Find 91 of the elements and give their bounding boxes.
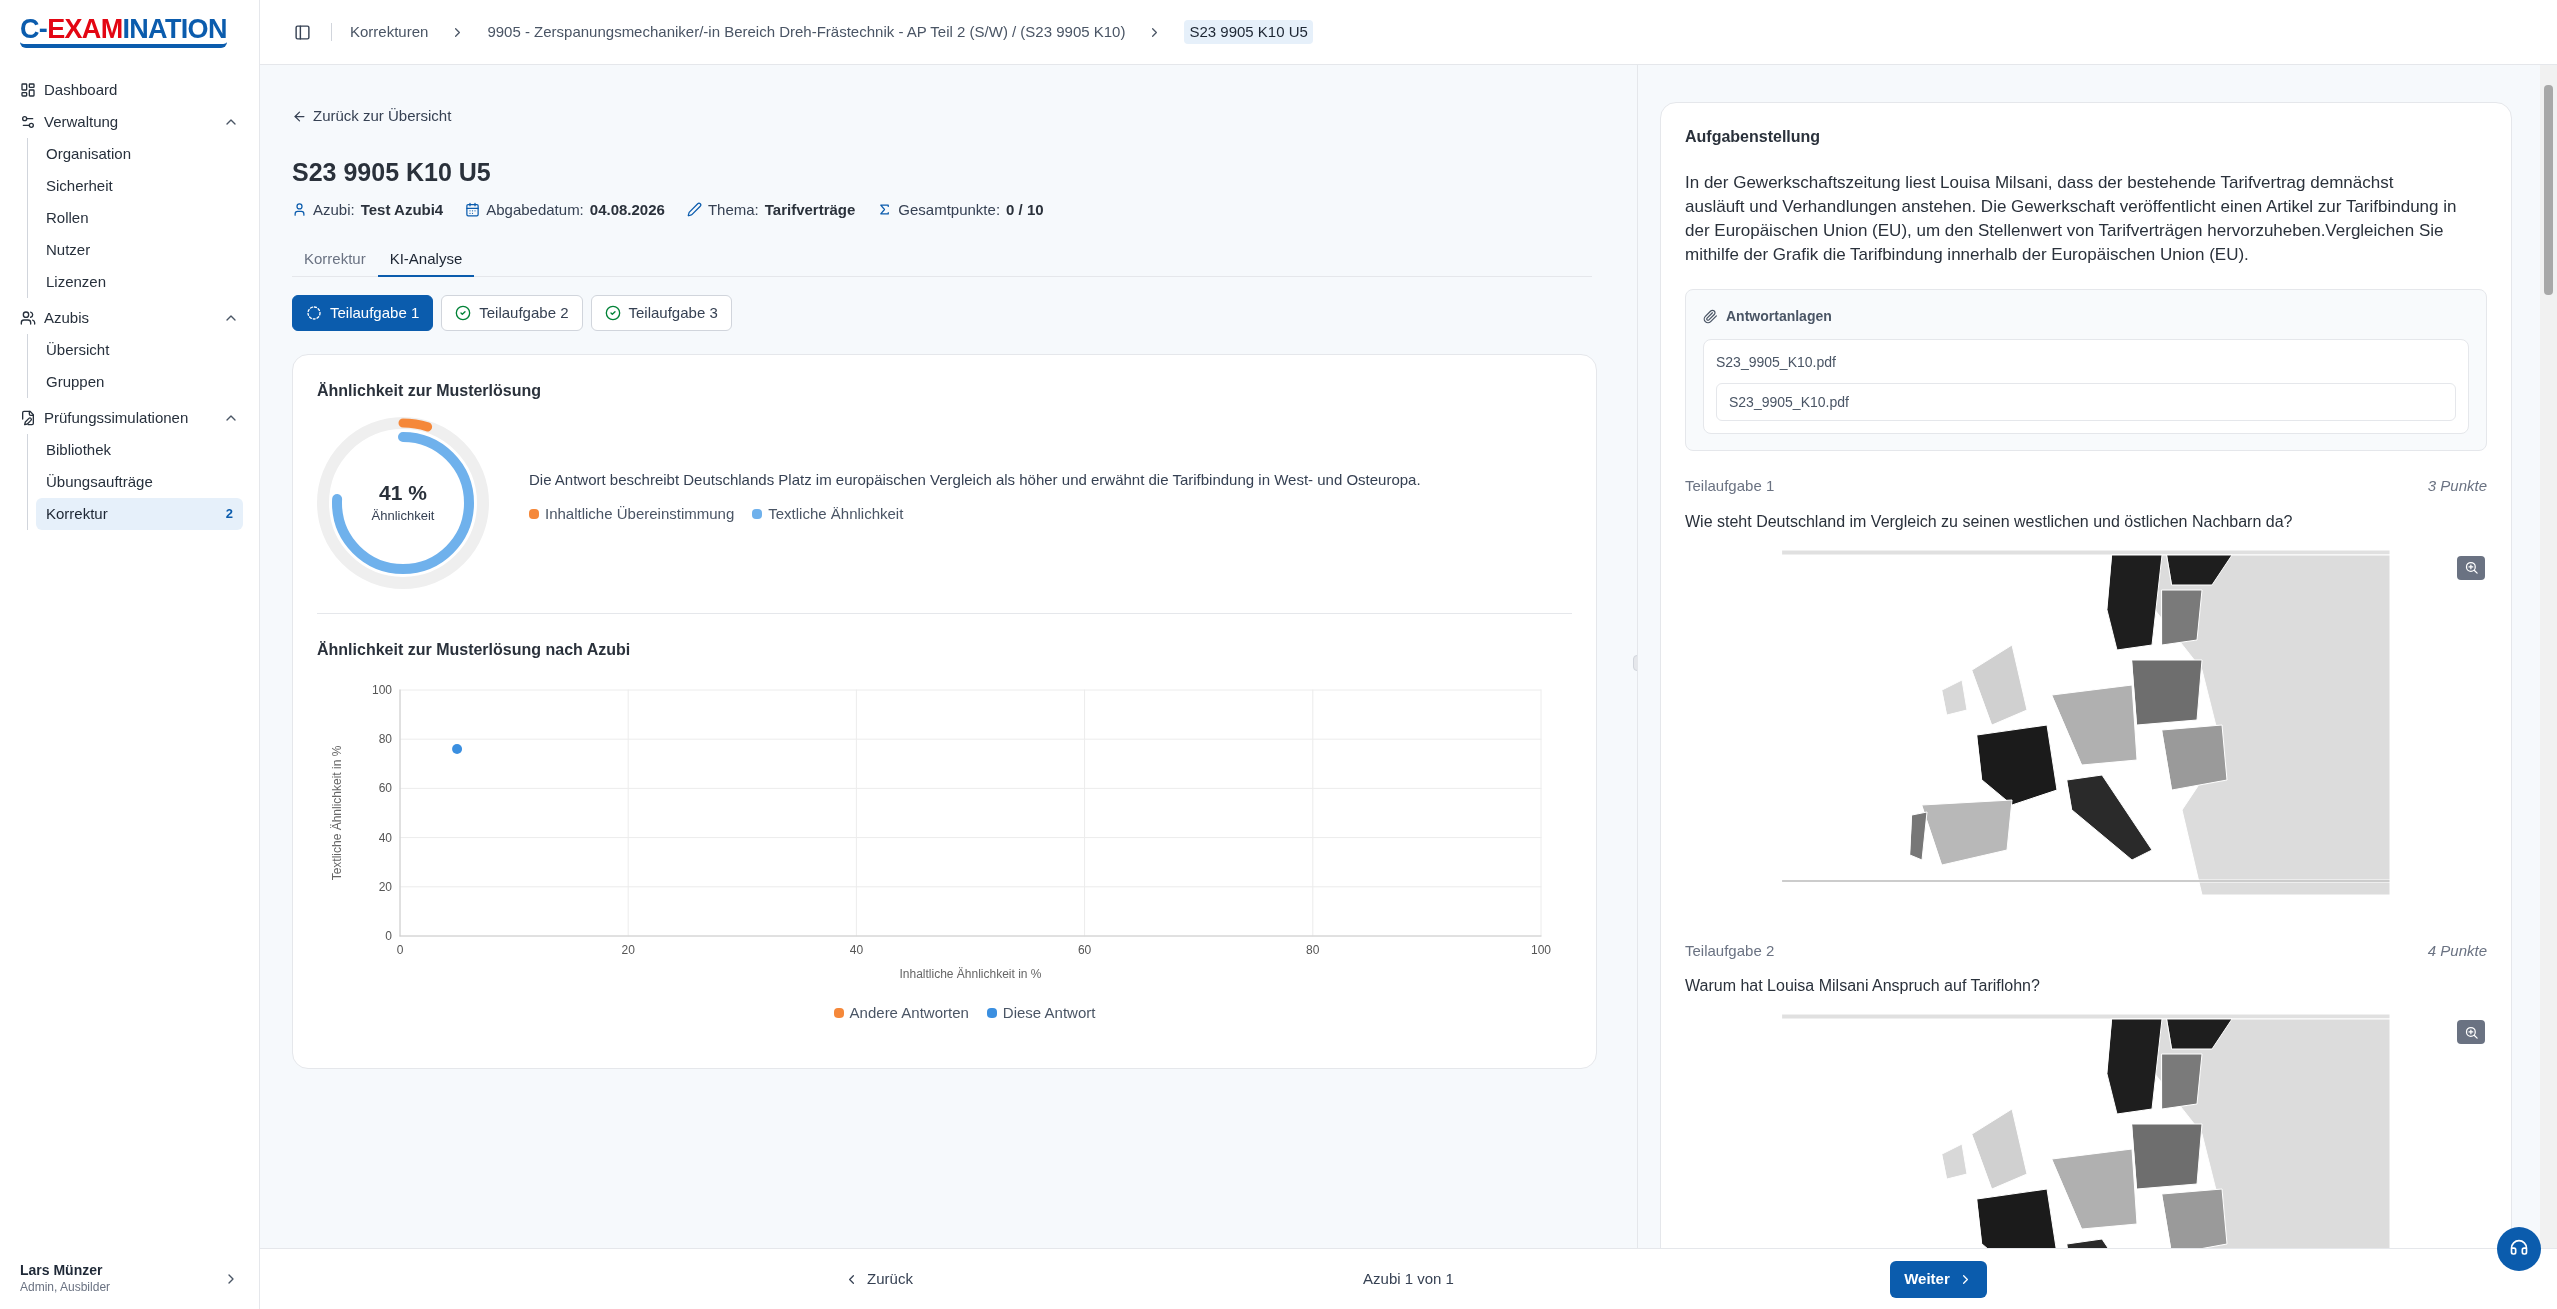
sidebar-icon: [20, 82, 36, 98]
task-text: In der Gewerkschaftszeitung liest Louisa Milsani, dass der bestehende Tarifvertrag demnächst ausläuft und Verhandlungen anstehen. Die Gewerkschaft veröffentlicht einen Artikel zur Tarifbindung in der Europäischen Union (EU), um den Stellenwert von Tarifverträgen hervorzuheben.Vergleichen Sie mithilfe der Grafik die Tarifbindung innerhalb der Europäischen Union (EU).: [1685, 172, 2458, 266]
sidebar-item[interactable]: Azubis: [16, 302, 243, 334]
meta-value: Tarifverträge: [764, 199, 856, 220]
page-title: S23 9905 K10 U5: [292, 159, 492, 185]
sidebar-subitem[interactable]: Gruppen: [36, 366, 243, 398]
sidebar-subitem[interactable]: Bibliothek: [36, 434, 243, 466]
sidebar-item[interactable]: Verwaltung: [16, 106, 243, 138]
meta-value: Test Azubi4: [360, 199, 444, 220]
tick-label: 20: [378, 879, 392, 894]
sidebar-subitem[interactable]: Korrektur 2: [36, 498, 243, 530]
question-text: Warum hat Louisa Milsani Anspruch auf Tariflohn?: [1685, 976, 2041, 996]
breadcrumb-link[interactable]: 9905 - Zerspanungsmechaniker/-in Bereich Dreh-Frästechnik - AP Teil 2 (S/W) / (S23 9905 K10): [487, 20, 1126, 44]
sidebar-icon: [20, 310, 36, 326]
tick-label: 80: [378, 732, 392, 747]
tab[interactable]: KI-Analyse: [377, 243, 475, 277]
tick-label: 100: [371, 683, 392, 697]
sidebar-subitem[interactable]: Übersicht: [36, 334, 243, 366]
tick-label: 0: [385, 929, 392, 943]
meta-label: Abgabedatum:: [486, 199, 584, 220]
check-circle-icon: [604, 305, 621, 321]
paperclip-icon: [1703, 309, 1718, 324]
card-title: Ähnlichkeit zur Musterlösung nach Azubi: [317, 640, 632, 660]
back-button[interactable]: Zurück: [832, 1261, 925, 1297]
legend-label: Diese Antwort: [1002, 1003, 1096, 1023]
sidebar-icon: [20, 114, 36, 130]
meta-label: Azubi:: [313, 199, 355, 220]
sidebar-subitem[interactable]: Lizenzen: [36, 266, 243, 298]
support-button[interactable]: [2497, 1227, 2541, 1271]
legend-label: Inhaltliche Übereinstimmung: [545, 504, 735, 524]
tick-label: 100: [1531, 943, 1551, 957]
legend-label: Textliche Ähnlichkeit: [768, 504, 904, 524]
subtask-label: Teilaufgabe 1: [1685, 476, 1775, 496]
breadcrumb-link[interactable]: Korrekturen: [350, 20, 429, 44]
legend-label: Andere Antworten: [849, 1003, 969, 1023]
panel-icon: [294, 23, 311, 41]
tick-label: 40: [378, 830, 392, 845]
sidebar-subitem[interactable]: Sicherheit: [36, 170, 243, 202]
sidebar-item[interactable]: Dashboard: [16, 74, 243, 106]
subtask-button[interactable]: Teilaufgabe 2: [441, 295, 583, 331]
zoom-button[interactable]: [2457, 555, 2485, 580]
back-link[interactable]: Zurück zur Übersicht: [292, 105, 452, 128]
meta-icon: [686, 202, 702, 218]
user-menu[interactable]: Lars Münzer Admin, Ausbilder: [0, 1248, 259, 1309]
attachments-title: Antwortanlagen: [1726, 307, 1832, 326]
summary-text: Die Antwort beschreibt Deutschlands Platz im europäischen Vergleich als höher und erwähnt die Tarifbindung in West- und Osteuropa.: [529, 469, 1421, 490]
count-label: 2: [225, 505, 233, 524]
zoom-button[interactable]: [2457, 1020, 2485, 1044]
data-point: [452, 744, 463, 755]
subtask-button[interactable]: Teilaufgabe 3: [590, 295, 732, 331]
card-title: Aufgabenstellung: [1685, 127, 1822, 147]
axis-title: Textliche Ähnlichkeit in %: [330, 745, 344, 881]
zoom-in-icon: [2463, 560, 2479, 575]
gauge-value: 41 %: [379, 480, 427, 507]
axis-title: Inhaltliche Ähnlichkeit in %: [899, 967, 1042, 981]
check-circle-icon: [455, 305, 472, 321]
meta-label: Thema:: [707, 199, 759, 220]
tick-label: 60: [1077, 943, 1092, 957]
question-text: Wie steht Deutschland im Vergleich zu seinen westlichen und östlichen Nachbarn da?: [1685, 511, 2294, 532]
file-field[interactable]: S23_9905_K10.pdf: [1716, 383, 2456, 421]
gauge-caption: Ähnlichkeit: [371, 507, 435, 526]
tick-label: 80: [1306, 943, 1320, 957]
meta-value: 0 / 10: [1006, 199, 1044, 220]
sidebar-subitem[interactable]: Übungsaufträge: [36, 466, 243, 498]
zoom-in-icon: [2463, 1024, 2479, 1040]
breadcrumb-link[interactable]: S23 9905 K10 U5: [1184, 19, 1313, 45]
sidebar-subitem[interactable]: Rollen: [36, 202, 243, 234]
tick-label: 40: [849, 943, 864, 957]
tick-label: 60: [378, 781, 392, 796]
subtask-label: Teilaufgabe 2: [1685, 940, 1775, 961]
next-button[interactable]: Weiter: [1890, 1260, 1987, 1298]
tick-label: 20: [621, 943, 635, 957]
logo: C-EXAMINATION: [20, 16, 227, 48]
points-label: 4 Punkte: [2427, 940, 2487, 961]
card-title: Ähnlichkeit zur Musterlösung: [317, 381, 542, 401]
meta-label: Gesamtpunkte:: [898, 199, 1001, 220]
scrollbar[interactable]: [2540, 65, 2557, 1248]
dashed-circle-icon: [306, 305, 322, 321]
meta-value: 04.08.2026: [589, 199, 665, 220]
meta-icon: [292, 202, 307, 218]
points-label: 3 Punkte: [2427, 476, 2487, 496]
sidebar-item[interactable]: Prüfungssimulationen: [16, 402, 243, 434]
file-name: S23_9905_K10.pdf: [1716, 353, 1837, 372]
meta-icon: [465, 202, 481, 218]
sidebar-subitem[interactable]: Organisation: [36, 138, 243, 170]
tick-label: 0: [396, 943, 404, 957]
sidebar-icon: [20, 410, 36, 426]
subtask-button[interactable]: Teilaufgabe 1: [292, 295, 434, 331]
sidebar-subitem[interactable]: Nutzer: [36, 234, 243, 266]
tab[interactable]: Korrektur: [292, 243, 378, 277]
pagination-text: Azubi 1 von 1: [1363, 1268, 1454, 1289]
